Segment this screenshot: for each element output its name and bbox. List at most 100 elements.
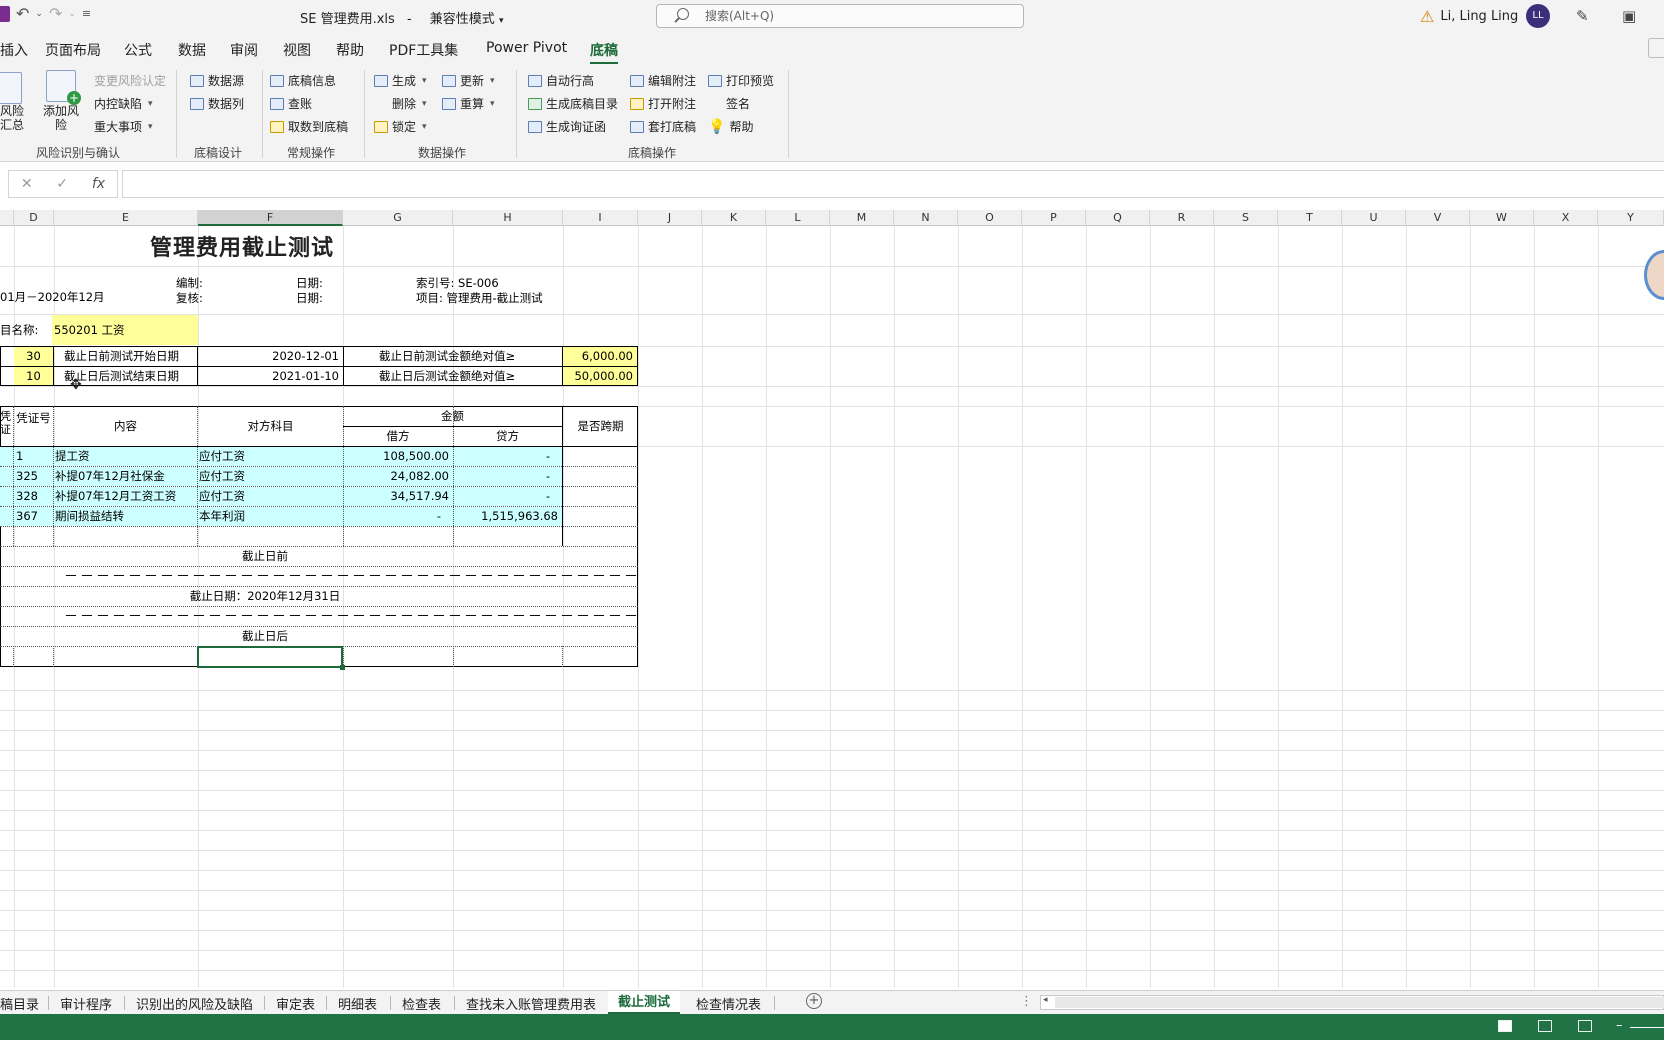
workpaper-info-button[interactable]: 底稿信息 <box>270 72 336 89</box>
generate-catalog-button[interactable]: 生成底稿目录 <box>528 95 618 112</box>
add-sheet-icon[interactable]: + <box>806 993 822 1009</box>
column-header-t[interactable]: T <box>1278 210 1342 226</box>
open-notes-button[interactable]: 打开附注 <box>630 95 696 112</box>
param2-days[interactable]: 10 <box>14 367 53 385</box>
data-source-button[interactable]: 数据源 <box>190 72 244 89</box>
risk-summary-button[interactable]: 风险汇总 <box>0 104 24 132</box>
undo-dropdown-icon[interactable]: ⌄ <box>35 9 43 19</box>
tab-workpaper[interactable]: 底稿 <box>590 40 618 65</box>
column-header-h[interactable]: H <box>453 210 563 226</box>
header-edge[interactable]: 凭证 <box>0 410 12 436</box>
column-header-k[interactable]: K <box>702 210 766 226</box>
header-debit[interactable]: 借方 <box>343 427 453 445</box>
param2-amount[interactable]: 50,000.00 <box>563 367 637 385</box>
row3-debit[interactable]: 34,517.94 <box>343 487 453 505</box>
column-header-y[interactable]: Y <box>1598 210 1664 226</box>
row1-content[interactable]: 提工资 <box>55 447 90 465</box>
project-label[interactable]: 项目: 管理费用-截止测试 <box>416 289 543 307</box>
header-cross-period[interactable]: 是否跨期 <box>563 417 638 435</box>
sheet-tab-cutoff-test[interactable]: 截止测试 <box>608 991 681 1015</box>
sheet-title[interactable]: 管理费用截止测试 <box>150 230 370 262</box>
column-header-partial[interactable] <box>0 210 14 226</box>
param1-label[interactable]: 截止日前测试开始日期 <box>64 347 179 365</box>
check-ledger-button[interactable]: 查账 <box>270 95 312 112</box>
column-header-g[interactable]: G <box>343 210 453 226</box>
row3-counter[interactable]: 应付工资 <box>199 487 245 505</box>
risk-summary-icon[interactable] <box>0 72 22 104</box>
help-button[interactable]: 💡 帮助 <box>708 118 753 135</box>
tab-review[interactable]: 审阅 <box>230 40 258 60</box>
param1-date[interactable]: 2020-12-01 <box>198 347 343 365</box>
save-icon[interactable] <box>0 5 10 22</box>
header-credit[interactable]: 贷方 <box>453 427 562 445</box>
row1-debit[interactable]: 108,500.00 <box>343 447 453 465</box>
avatar[interactable]: LL <box>1526 4 1550 28</box>
major-matters-button[interactable]: 重大事项 ▾ <box>94 118 153 135</box>
row4-voucher[interactable]: 367 <box>16 507 38 525</box>
column-header-s[interactable]: S <box>1214 210 1278 226</box>
cutoff-date-label[interactable]: 截止日期：2020年12月31日 <box>0 587 530 605</box>
edit-notes-button[interactable]: 编辑附注 <box>630 72 696 89</box>
scrollbar-thumb[interactable] <box>1055 997 1664 1008</box>
column-header-l[interactable]: L <box>766 210 830 226</box>
sheet-tab-index[interactable]: 稿目录 <box>0 994 39 1013</box>
column-header-i[interactable]: I <box>563 210 638 226</box>
tab-view[interactable]: 视图 <box>283 40 311 60</box>
after-cutoff-label[interactable]: 截止日后 <box>0 627 530 645</box>
customize-qat-icon[interactable]: ≡ <box>82 7 91 20</box>
horizontal-scrollbar[interactable]: ◂ <box>1040 995 1664 1010</box>
enter-icon[interactable]: ✓ <box>56 176 68 192</box>
before-cutoff-label[interactable]: 截止日前 <box>0 547 530 565</box>
param1-days[interactable]: 30 <box>14 347 53 366</box>
normal-view-icon[interactable] <box>1498 1020 1512 1032</box>
floating-picture[interactable] <box>1644 250 1664 300</box>
user-account[interactable]: ⚠ Li, Ling Ling <box>1420 7 1518 26</box>
account-name-value[interactable]: 550201 工资 <box>52 315 198 345</box>
row1-voucher[interactable]: 1 <box>16 447 23 465</box>
active-cell-selection[interactable] <box>197 646 345 670</box>
param2-amount-label[interactable]: 截止日后测试金额绝对值≥ <box>379 367 515 385</box>
row3-content[interactable]: 补提07年12月工资工资 <box>55 487 176 505</box>
review-label[interactable]: 复核: <box>176 289 203 307</box>
param1-amount[interactable]: 6,000.00 <box>563 347 637 366</box>
formula-input[interactable] <box>122 170 1664 198</box>
date-label-2[interactable]: 日期: <box>296 289 323 307</box>
tab-split-handle[interactable]: ⋮ <box>1020 994 1033 1009</box>
pen-icon[interactable]: ✎ <box>1576 7 1589 25</box>
fetch-to-workpaper-button[interactable]: 取数到底稿 <box>270 118 348 135</box>
zoom-slider[interactable] <box>1630 1027 1664 1028</box>
document-title[interactable]: SE 管理费用.xls - 兼容性模式 ▾ <box>300 8 503 27</box>
internal-control-defect-button[interactable]: 内控缺陷 ▾ <box>94 95 153 112</box>
tab-power-pivot[interactable]: Power Pivot <box>486 40 567 56</box>
tab-pdf-tools[interactable]: PDF工具集 <box>389 40 458 60</box>
ribbon-display-icon[interactable]: ▣ <box>1622 7 1636 25</box>
redo-dropdown-icon[interactable]: ⌄ <box>68 9 76 19</box>
tab-data[interactable]: 数据 <box>178 40 206 60</box>
cancel-icon[interactable]: ✕ <box>21 176 33 192</box>
delete-button[interactable]: 删除 ▾ <box>392 95 427 112</box>
column-header-w[interactable]: W <box>1470 210 1534 226</box>
row3-voucher[interactable]: 328 <box>16 487 38 505</box>
add-risk-button[interactable]: 添加风险 <box>42 104 80 132</box>
data-column-button[interactable]: 数据列 <box>190 95 244 112</box>
row4-debit[interactable]: - <box>343 507 453 525</box>
page-layout-view-icon[interactable] <box>1538 1020 1552 1032</box>
update-button[interactable]: 更新 ▾ <box>442 72 495 89</box>
column-header-j[interactable]: J <box>638 210 702 226</box>
sheet-tab-detail[interactable]: 明细表 <box>338 994 377 1013</box>
tab-help[interactable]: 帮助 <box>336 40 364 60</box>
overprint-button[interactable]: 套打底稿 <box>630 118 696 135</box>
add-risk-icon[interactable]: + <box>46 70 81 105</box>
change-risk-assertion-button[interactable]: 变更风险认定 <box>94 72 166 89</box>
row2-credit[interactable]: - <box>453 467 562 485</box>
redo-icon[interactable]: ↷ <box>49 4 62 23</box>
column-header-v[interactable]: V <box>1406 210 1470 226</box>
row1-counter[interactable]: 应付工资 <box>199 447 245 465</box>
column-header-d[interactable]: D <box>14 210 54 226</box>
sheet-tab-check-status[interactable]: 检查情况表 <box>696 994 761 1013</box>
sheet-tab-check[interactable]: 检查表 <box>402 994 441 1013</box>
scroll-left-icon[interactable]: ◂ <box>1043 995 1048 1005</box>
column-header-x[interactable]: X <box>1534 210 1598 226</box>
undo-icon[interactable]: ↶ <box>16 4 29 23</box>
insert-function-icon[interactable]: fx <box>92 176 105 192</box>
